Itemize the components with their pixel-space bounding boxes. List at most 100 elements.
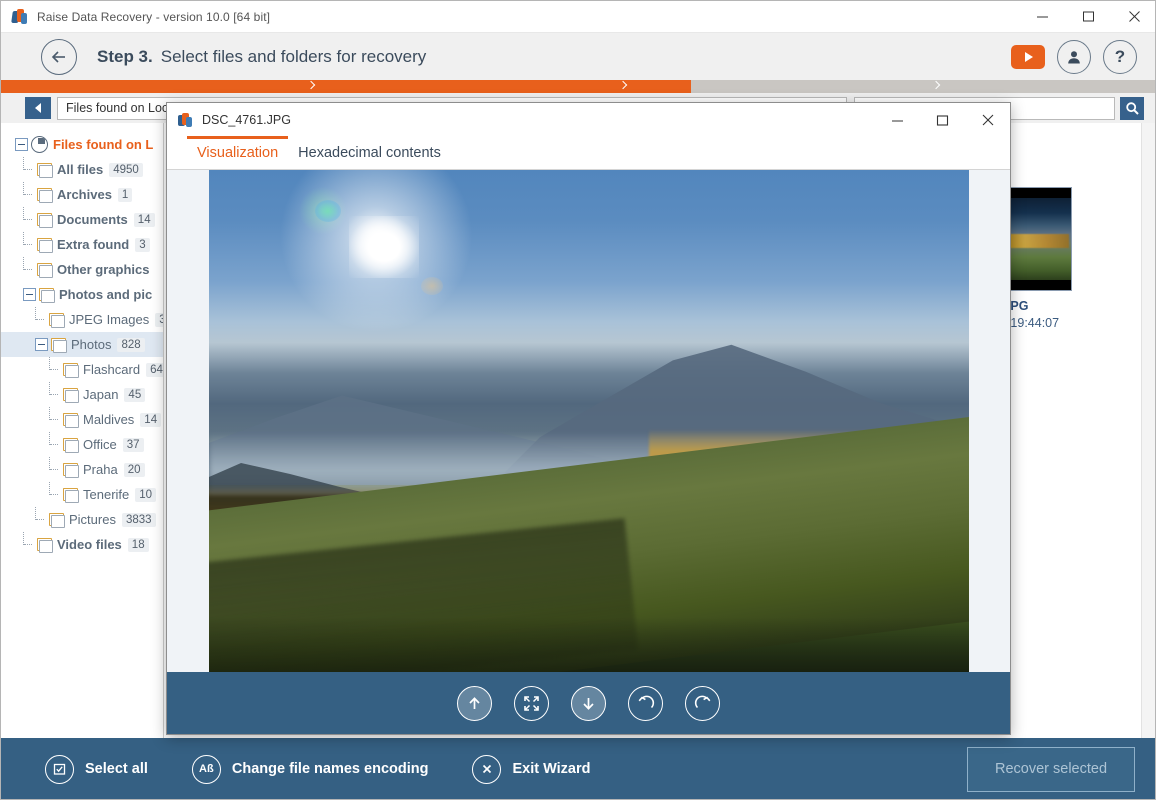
tree-item-extra-found[interactable]: Extra found 3 xyxy=(1,232,163,257)
tree-item-label: Extra found xyxy=(57,237,130,252)
folder-icon xyxy=(37,188,53,203)
folder-icon xyxy=(49,513,65,528)
collapse-toggle[interactable] xyxy=(35,338,48,351)
step-number: Step 3. xyxy=(97,46,153,66)
expand-icon xyxy=(524,695,539,711)
item-count-badge: 3 xyxy=(155,312,163,327)
navigate-back-button[interactable] xyxy=(25,97,51,119)
tree-item-photos[interactable]: Photos 828 xyxy=(1,332,163,357)
dialog-minimize-button[interactable] xyxy=(875,103,920,137)
tree-item-label: Office xyxy=(83,437,117,452)
folder-icon xyxy=(37,263,53,278)
folder-icon xyxy=(49,313,65,328)
tree-item-tenerife[interactable]: Tenerife 10 xyxy=(1,482,163,507)
item-count-badge: 20 xyxy=(123,462,145,477)
tree-connector xyxy=(23,232,34,250)
progress-fill xyxy=(1,80,691,93)
tree-item-jpeg-images[interactable]: JPEG Images 3 xyxy=(1,307,163,332)
window-controls xyxy=(1019,1,1155,33)
dialog-close-button[interactable] xyxy=(965,103,1010,137)
tree-item-maldives[interactable]: Maldives 14 xyxy=(1,407,163,432)
fit-to-window-button[interactable] xyxy=(514,685,549,721)
tree-item-archives[interactable]: Archives 1 xyxy=(1,182,163,207)
collapse-toggle[interactable] xyxy=(23,288,36,301)
rotate-left-icon xyxy=(638,695,654,709)
item-count-badge: 10 xyxy=(135,487,157,502)
close-button[interactable] xyxy=(1111,1,1155,33)
tree-item-video-files[interactable]: Video files 18 xyxy=(1,532,163,557)
tree-connector xyxy=(49,432,60,450)
tree-item-documents[interactable]: Documents 14 xyxy=(1,207,163,232)
tree-connector xyxy=(23,207,34,225)
tree-item-japan[interactable]: Japan 45 xyxy=(1,382,163,407)
youtube-icon[interactable] xyxy=(1011,44,1045,69)
item-count-badge: 18 xyxy=(127,537,149,552)
tab-visualization[interactable]: Visualization xyxy=(187,136,289,168)
rotate-left-button[interactable] xyxy=(628,685,663,721)
folder-icon xyxy=(63,438,79,453)
change-encoding-button[interactable]: Aß Change file names encoding xyxy=(191,754,429,784)
collapse-toggle[interactable] xyxy=(15,138,28,151)
item-count-badge: 14 xyxy=(133,212,155,227)
folder-icon xyxy=(63,363,79,378)
image-viewport[interactable] xyxy=(167,170,1010,672)
back-button[interactable] xyxy=(41,38,77,75)
minimize-button[interactable] xyxy=(1019,1,1065,33)
select-all-button[interactable]: Select all xyxy=(45,754,148,784)
tree-item-label: Photos xyxy=(71,337,112,352)
folder-icon xyxy=(51,338,67,353)
page-title: Select files and folders for recovery xyxy=(160,46,427,66)
user-icon[interactable] xyxy=(1057,39,1091,74)
folder-icon xyxy=(63,388,79,403)
tree-item-all-files[interactable]: All files 4950 xyxy=(1,157,163,182)
tree-item-flashcard[interactable]: Flashcard 643 xyxy=(1,357,163,382)
tree-item-label: Pictures xyxy=(69,512,116,527)
image-preview-dialog[interactable]: DSC_4761.JPG Visualization Hexadecimal c… xyxy=(166,102,1011,735)
app-logo-icon xyxy=(11,8,28,25)
tree-item-label: Video files xyxy=(57,537,122,552)
tree-connector xyxy=(23,182,34,200)
vertical-scrollbar[interactable] xyxy=(1141,123,1155,738)
tree-item-label: Flashcard xyxy=(83,362,141,377)
window-title: Raise Data Recovery - version 10.0 [64 b… xyxy=(37,9,271,24)
tree-item-label: Praha xyxy=(83,462,118,477)
dialog-title: DSC_4761.JPG xyxy=(202,113,291,127)
checkbox-folder-icon xyxy=(45,754,74,784)
maximize-button[interactable] xyxy=(1065,1,1111,33)
exit-wizard-button[interactable]: Exit Wizard xyxy=(472,754,591,784)
arrow-left-icon xyxy=(51,50,65,63)
tree-item-other-graphics[interactable]: Other graphics xyxy=(1,257,163,282)
tree-connector xyxy=(49,407,60,425)
change-encoding-label: Change file names encoding xyxy=(231,761,429,777)
tab-hexadecimal-contents[interactable]: Hexadecimal contents xyxy=(288,137,451,168)
folder-tree-sidebar[interactable]: Files found on L All files 4950 Archives 1 D… xyxy=(1,123,164,738)
next-image-button[interactable] xyxy=(571,685,606,721)
dialog-tabs[interactable]: Visualization Hexadecimal contents xyxy=(167,136,1010,170)
progress-marker xyxy=(931,80,941,93)
tree-root-label: Files found on L xyxy=(53,137,154,152)
rotate-right-button[interactable] xyxy=(685,685,720,721)
tree-item-label: Other graphics xyxy=(57,262,150,277)
tree-item-label: JPEG Images xyxy=(69,312,150,327)
file-thumbnail-card[interactable]: .JPG 3 19:44:07 xyxy=(1000,187,1074,330)
thumbnail-image xyxy=(1001,198,1071,280)
tree-root-row[interactable]: Files found on L xyxy=(1,132,163,157)
tree-item-praha[interactable]: Praha 20 xyxy=(1,457,163,482)
folder-icon xyxy=(37,213,53,228)
dialog-maximize-button[interactable] xyxy=(920,103,965,137)
previous-image-button[interactable] xyxy=(457,685,492,721)
recover-selected-button[interactable]: Recover selected xyxy=(967,746,1135,792)
help-icon[interactable]: ? xyxy=(1103,39,1137,74)
tree-connector xyxy=(35,307,46,325)
tree-item-office[interactable]: Office 37 xyxy=(1,432,163,457)
tree-item-pictures[interactable]: Pictures 3833 xyxy=(1,507,163,532)
tree-item-photos-and-pic[interactable]: Photos and pic xyxy=(1,282,163,307)
progress-marker xyxy=(618,80,628,93)
action-bar: Select all Aß Change file names encoding… xyxy=(1,738,1155,799)
folder-tree[interactable]: Files found on L All files 4950 Archives 1 D… xyxy=(1,123,163,557)
search-icon[interactable] xyxy=(1120,96,1144,120)
item-count-badge: 643 xyxy=(146,362,163,377)
file-name-label: .JPG xyxy=(1000,299,1029,313)
item-count-badge: 3833 xyxy=(121,512,156,527)
exit-wizard-label: Exit Wizard xyxy=(512,761,591,777)
